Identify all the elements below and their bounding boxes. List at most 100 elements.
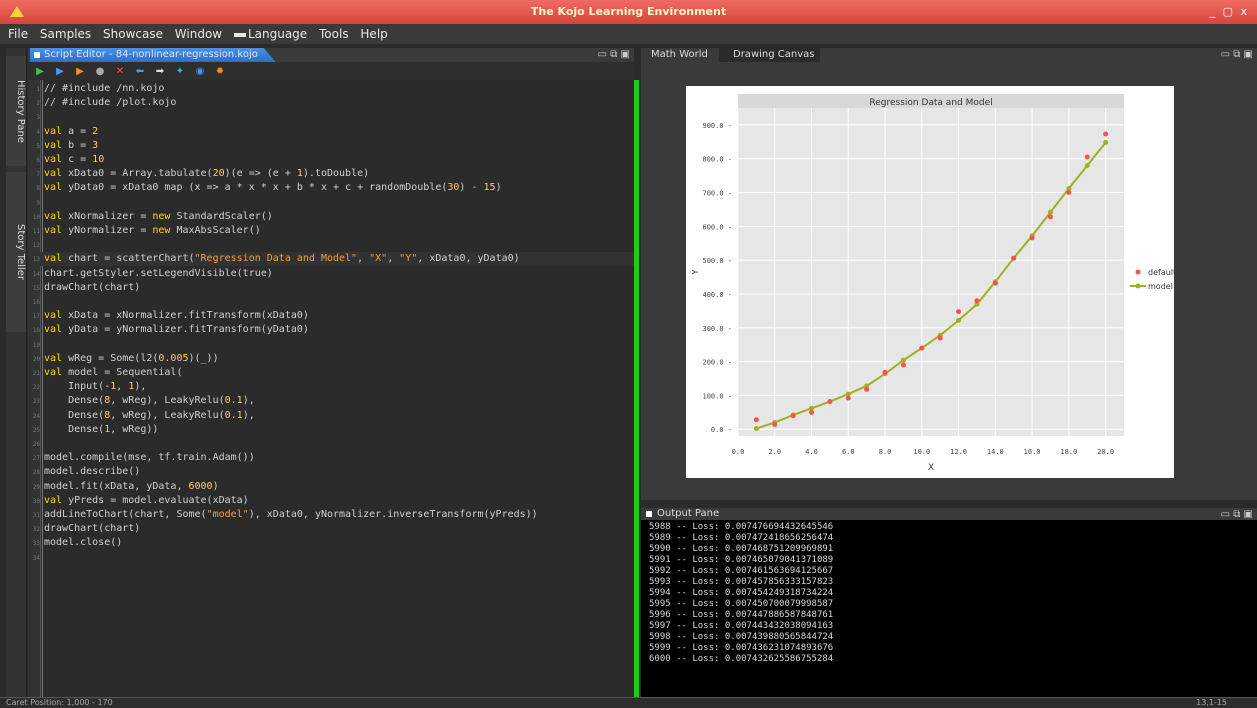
code-line[interactable]: 18 val yData = yNormalizer.fitTransform(y… <box>28 323 634 337</box>
code-line[interactable]: 26 <box>28 437 634 451</box>
menu-file[interactable]: File <box>8 24 28 44</box>
y-tick-label: 400.0 - <box>702 291 732 299</box>
code-line[interactable]: 8 val yData0 = xData0 map (x => a * x * x… <box>28 181 634 195</box>
line-number: 2 <box>36 100 40 108</box>
code-text: val yPreds = model.evaluate(xData) <box>44 494 249 506</box>
menu-language[interactable]: Language <box>233 24 307 44</box>
tab-dot-icon <box>34 52 40 58</box>
chart-container: Regression Data and Model 0.0 2.0 4.0 6.0 8.0… <box>686 86 1176 478</box>
x-tick-label: 18.0 <box>1060 448 1077 456</box>
output-line: 5997 -- Loss: 0.007443432038094163 <box>649 621 834 631</box>
code-line[interactable]: 16 <box>28 295 634 309</box>
code-line[interactable]: 17 val xData = xNormalizer.fitTransform(x… <box>28 309 634 323</box>
code-line[interactable]: 27 model.compile(mse, tf.train.Adam()) <box>28 451 634 465</box>
globe-icon[interactable]: ◉ <box>194 65 206 77</box>
tab-history-pane[interactable]: History Pane <box>6 56 26 166</box>
code-text: // #include /plot.kojo <box>44 97 177 109</box>
trace-icon[interactable]: ▶ <box>74 65 86 77</box>
data-point <box>772 422 778 428</box>
code-line[interactable]: 15 drawChart(chart) <box>28 281 634 295</box>
replay-icon[interactable]: ✹ <box>214 65 226 77</box>
code-line[interactable]: 2 // #include /plot.kojo <box>28 96 634 110</box>
code-line[interactable]: 32 drawChart(chart) <box>28 522 634 536</box>
data-point <box>974 298 980 304</box>
window-controls[interactable]: _ ▢ x <box>1210 5 1249 18</box>
menu-help[interactable]: Help <box>360 24 387 44</box>
split-divider[interactable] <box>634 80 639 697</box>
output-dot-icon <box>646 511 652 517</box>
data-point <box>1084 154 1090 160</box>
code-line[interactable]: 3 <box>28 110 634 124</box>
y-axis-label: Y <box>691 269 700 275</box>
redo-icon[interactable]: ➡ <box>154 65 166 77</box>
output-pane: Output Pane ▭ ⧉ ▣ 5988 -- Loss: 0.007476… <box>641 508 1257 697</box>
legend-label-model: model <box>1148 282 1173 291</box>
tab-drawing-canvas[interactable]: Drawing Canvas <box>719 48 821 62</box>
run-icon[interactable]: ▶ <box>34 65 46 77</box>
editor-panel-controls[interactable]: ▭ ⧉ ▣ <box>598 48 630 62</box>
data-point <box>882 369 888 375</box>
code-line[interactable]: 10 val xNormalizer = new StandardScaler() <box>28 210 634 224</box>
code-line[interactable]: 9 <box>28 196 634 210</box>
line-number: 30 <box>32 497 40 505</box>
model-point <box>900 357 906 363</box>
x-tick-label: 20.0 <box>1097 448 1114 456</box>
code-line[interactable]: 25 Dense(1, wReg)) <box>28 423 634 437</box>
menu-showcase[interactable]: Showcase <box>103 24 163 44</box>
code-line[interactable]: 23 Dense(8, wReg), LeakyRelu(0.1), <box>28 394 634 408</box>
output-panel-controls[interactable]: ▭ ⧉ ▣ <box>1221 508 1253 522</box>
code-line[interactable]: 31 addLineToChart(chart, Some("model"), x… <box>28 508 634 522</box>
run-worksheet-icon[interactable]: ▶ <box>54 65 66 77</box>
code-line[interactable]: 29 model.fit(xData, yData, 6000) <box>28 480 634 494</box>
menu-window[interactable]: Window <box>175 24 222 44</box>
menu-samples[interactable]: Samples <box>40 24 91 44</box>
clear-icon[interactable]: ✕ <box>114 65 126 77</box>
code-line[interactable]: 13 val chart = scatterChart("Regression D… <box>28 252 634 267</box>
code-line[interactable]: 5 val b = 3 <box>28 139 634 153</box>
output-line: 5991 -- Loss: 0.007465079041371089 <box>649 555 834 565</box>
line-number: 1 <box>36 86 40 93</box>
y-tick-label: 100.0 - <box>702 392 732 400</box>
line-number: 10 <box>32 213 40 221</box>
stop-icon[interactable]: ● <box>94 65 106 77</box>
code-text: model.close() <box>44 537 123 549</box>
line-number: 7 <box>36 171 40 179</box>
code-line[interactable]: 34 <box>28 551 634 565</box>
tab-script-editor[interactable]: Script Editor - 84-nonlinear-regression.… <box>30 48 276 62</box>
code-line[interactable]: 4 val a = 2 <box>28 125 634 139</box>
line-number: 5 <box>36 142 40 150</box>
tab-math-world[interactable]: Math World <box>645 48 714 62</box>
format-icon[interactable]: ✦ <box>174 65 186 77</box>
code-line[interactable]: 24 Dense(8, wReg), LeakyRelu(0.1), <box>28 409 634 423</box>
canvas-panel-controls[interactable]: ▭ ⧉ ▣ <box>1221 48 1253 62</box>
menu-tools[interactable]: Tools <box>319 24 349 44</box>
output-line: 6000 -- Loss: 0.007432625586755284 <box>649 654 834 664</box>
code-line[interactable]: 19 <box>28 338 634 352</box>
output-header: Output Pane ▭ ⧉ ▣ <box>641 508 1257 520</box>
code-line[interactable]: 12 <box>28 238 634 252</box>
data-point <box>864 386 870 392</box>
tab-story-teller[interactable]: Story Teller <box>6 172 26 332</box>
code-editor[interactable]: 1 // #include /nn.kojo 2 // #include /plot.… <box>28 80 634 697</box>
code-line[interactable]: 20 val wReg = Some(l2(0.005)(_)) <box>28 352 634 366</box>
output-line: 5992 -- Loss: 0.007461563694125667 <box>649 566 834 576</box>
line-number: 9 <box>36 199 40 207</box>
code-line[interactable]: 33 model.close() <box>28 536 634 550</box>
code-line[interactable]: 7 val xData0 = Array.tabulate(20)(e => (e… <box>28 167 634 181</box>
y-tick-label: 200.0 - <box>702 359 732 367</box>
code-line[interactable]: 30 val yPreds = model.evaluate(xData) <box>28 494 634 508</box>
code-text: val b = 3 <box>44 139 99 151</box>
output-text[interactable]: 5988 -- Loss: 0.007476694432645546 5989 -… <box>649 522 833 665</box>
data-point <box>1047 214 1053 220</box>
code-line[interactable]: 11 val yNormalizer = new MaxAbsScaler() <box>28 224 634 238</box>
code-line[interactable]: 21 val model = Sequential( <box>28 366 634 380</box>
code-line[interactable]: 6 val c = 10 <box>28 153 634 167</box>
line-number: 20 <box>32 355 40 363</box>
data-point <box>1103 131 1109 137</box>
code-line[interactable]: 14 chart.getStyler.setLegendVisible(true) <box>28 267 634 281</box>
model-point <box>1103 139 1109 145</box>
code-line[interactable]: 22 Input(-1, 1), <box>28 380 634 394</box>
code-line[interactable]: 1 // #include /nn.kojo <box>28 82 634 96</box>
undo-icon[interactable]: ⬅ <box>134 65 146 77</box>
code-line[interactable]: 28 model.describe() <box>28 465 634 479</box>
